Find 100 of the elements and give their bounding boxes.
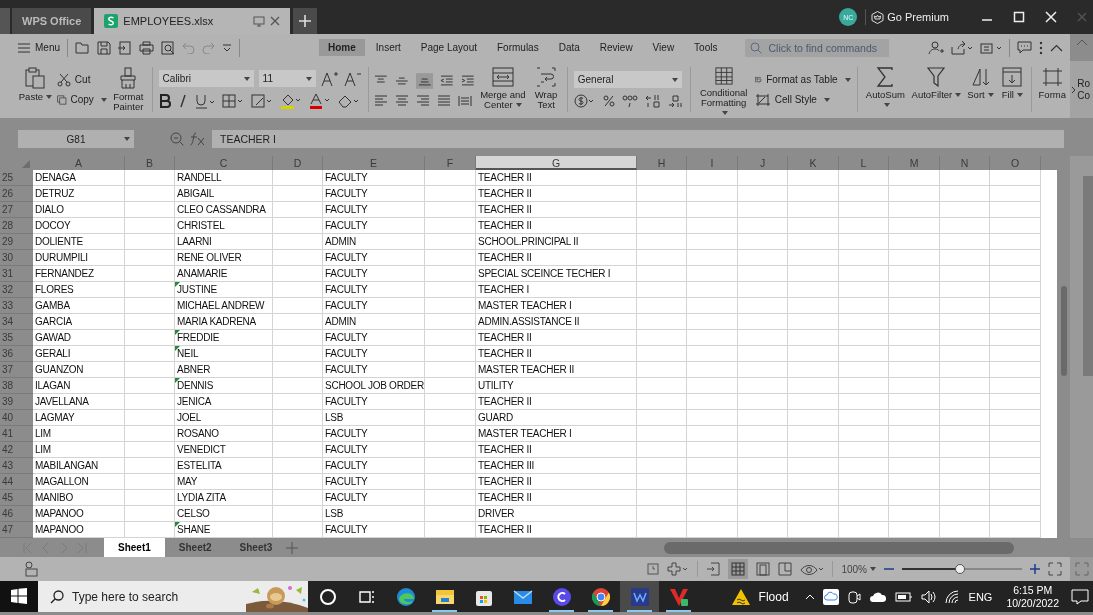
conditional-formatting-button[interactable]: Conditional Formatting [696, 61, 751, 118]
distribute-icon[interactable] [458, 94, 473, 107]
share-icon[interactable] [951, 40, 973, 55]
merge-and-center-button[interactable]: Merge and Center [478, 61, 528, 118]
row-header[interactable]: 34 [0, 314, 33, 330]
row-header[interactable]: 31 [0, 266, 33, 282]
zoom-level-dropdown[interactable]: 100% [841, 563, 876, 575]
column-header[interactable]: M [889, 156, 940, 170]
macro-icon[interactable] [24, 561, 38, 577]
row-header[interactable]: 38 [0, 378, 33, 394]
row-header[interactable]: 43 [0, 458, 33, 474]
taskbar-search-bar[interactable]: Type here to search [38, 581, 308, 612]
row-header[interactable]: 32 [0, 282, 33, 298]
collapse-icon[interactable] [1050, 43, 1063, 52]
fill-color-icon[interactable] [279, 93, 302, 109]
justify-icon[interactable] [437, 94, 452, 107]
bold-icon[interactable] [158, 94, 171, 108]
zoom-in-icon[interactable] [1030, 564, 1040, 574]
column-header[interactable]: O [990, 156, 1041, 170]
cloud-icon[interactable] [822, 588, 839, 605]
scroll-thumb[interactable] [664, 541, 1014, 554]
row-header[interactable]: 30 [0, 250, 33, 266]
menu-button[interactable]: Menu [18, 42, 60, 53]
align-right-icon[interactable] [416, 94, 431, 107]
volume-icon[interactable] [920, 589, 937, 604]
cell-style-button[interactable]: Cell Style [754, 92, 851, 107]
row-header[interactable]: 33 [0, 298, 33, 314]
save-icon[interactable] [97, 40, 111, 55]
column-header[interactable]: A [33, 156, 125, 170]
eraser-icon[interactable] [337, 94, 360, 108]
camera-icon[interactable] [846, 588, 861, 605]
decrease-decimal-icon[interactable] [667, 94, 684, 108]
row-header[interactable]: 26 [0, 186, 33, 202]
row-header[interactable]: 42 [0, 442, 33, 458]
column-header[interactable]: E [323, 156, 425, 170]
language-indicator[interactable]: ENG [968, 590, 993, 603]
row-header[interactable]: 28 [0, 218, 33, 234]
column-header[interactable]: C [175, 156, 273, 170]
column-header[interactable]: B [125, 156, 175, 170]
ribbon-tab[interactable]: Data [549, 39, 589, 56]
ribbon-tab[interactable]: Tools [685, 39, 727, 56]
clock-time[interactable]: 6:15 PM [1013, 583, 1053, 597]
column-header[interactable]: K [788, 156, 839, 170]
sheet-tab[interactable]: Sheet2 [164, 538, 226, 557]
column-header[interactable]: J [738, 156, 788, 170]
underline-icon[interactable] [194, 93, 215, 109]
clock-icon[interactable] [647, 563, 660, 575]
zoom-slider[interactable] [902, 563, 1022, 575]
page-break-view-icon[interactable] [778, 562, 793, 576]
task-icon[interactable] [980, 40, 1002, 55]
font-size-dropdown[interactable]: 11 [258, 70, 316, 87]
column-header[interactable]: D [273, 156, 323, 170]
cell-format-icon[interactable] [250, 94, 273, 108]
format-button[interactable]: Forma [1038, 61, 1067, 118]
command-search-field[interactable]: Click to find commands [745, 38, 890, 57]
scroll-thumb[interactable] [1061, 286, 1067, 376]
row-header[interactable]: 45 [0, 490, 33, 506]
decrease-indent-icon[interactable] [440, 74, 454, 87]
taskbar-search-field[interactable]: Type here to search [72, 589, 232, 604]
formula-input[interactable]: TEACHER I [212, 130, 1064, 148]
row-header[interactable]: 27 [0, 202, 33, 218]
row-header[interactable]: 37 [0, 362, 33, 378]
monitor-icon[interactable] [253, 15, 266, 27]
format-painter-button[interactable]: Format Painter [110, 61, 146, 118]
add-user-icon[interactable] [928, 40, 944, 55]
wifi-icon[interactable] [944, 589, 959, 604]
freeze-panes-icon[interactable] [667, 562, 690, 576]
ribbon-tab[interactable]: Insert [366, 39, 410, 56]
print-preview-icon[interactable] [161, 40, 175, 55]
autofilter-button[interactable]: AutoFilter [911, 61, 962, 118]
sheet-tab[interactable]: Sheet3 [225, 538, 287, 557]
page-layout-view-icon[interactable] [756, 562, 771, 576]
font-name-dropdown[interactable]: Calibri [158, 70, 254, 87]
align-left-icon[interactable] [374, 94, 389, 107]
thousands-icon[interactable] [621, 94, 638, 108]
document-tab[interactable]: EMPLOYEES.xlsx [94, 8, 291, 34]
function-icon[interactable] [190, 132, 206, 146]
new-tab-button[interactable] [293, 8, 318, 34]
premium-button[interactable]: Go Premium [871, 10, 949, 24]
row-header[interactable]: 39 [0, 394, 33, 410]
more-icon[interactable] [1039, 40, 1043, 55]
comment-icon[interactable] [1017, 41, 1032, 54]
ribbon-tab[interactable]: Formulas [488, 39, 548, 56]
row-header[interactable]: 29 [0, 234, 33, 250]
office-app-icon[interactable] [620, 581, 659, 612]
cloud-icon[interactable] [868, 590, 887, 603]
align-middle-icon[interactable] [395, 74, 409, 87]
format-as-table-button[interactable]: Format as Table [754, 72, 851, 87]
currency-icon[interactable] [573, 94, 596, 108]
ribbon-tab[interactable]: Review [590, 39, 642, 56]
start-button[interactable] [0, 581, 38, 612]
row-header[interactable]: 41 [0, 426, 33, 442]
ribbon-tab[interactable]: Home [319, 39, 365, 56]
column-header[interactable]: N [940, 156, 990, 170]
chevron-up-icon[interactable] [804, 593, 815, 600]
number-format-dropdown[interactable]: General [573, 71, 682, 88]
paste-button[interactable]: Paste [18, 61, 53, 118]
row-header[interactable]: 40 [0, 410, 33, 426]
weather-widget[interactable]: Flood [730, 587, 789, 606]
maximize-icon[interactable] [1013, 11, 1025, 23]
